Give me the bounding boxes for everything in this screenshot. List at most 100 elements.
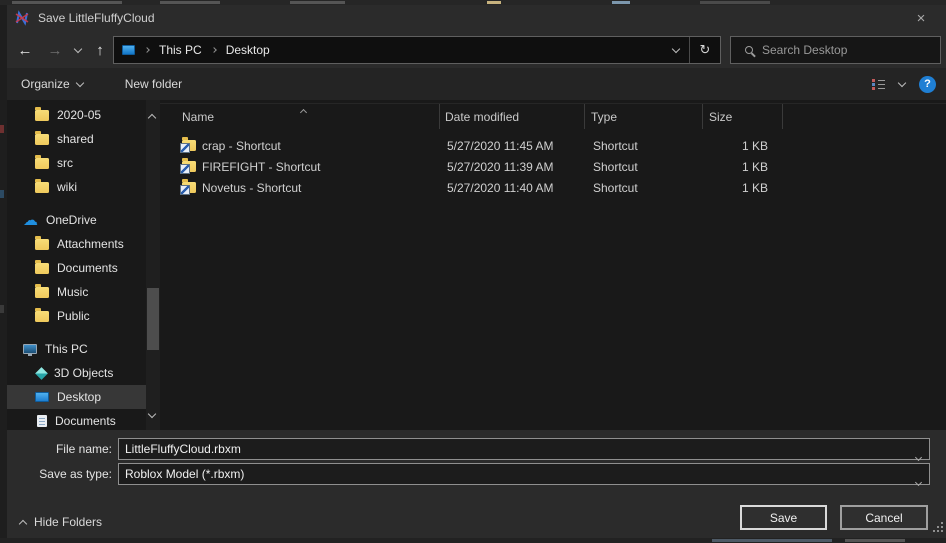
sidebar-item-desktop[interactable]: Desktop xyxy=(7,385,148,409)
details-view-icon[interactable] xyxy=(872,78,885,90)
forward-button[interactable]: → xyxy=(41,38,69,62)
folder-icon xyxy=(35,158,49,169)
column-header-name[interactable]: Name xyxy=(182,104,214,129)
sidebar-item-public[interactable]: Public xyxy=(7,304,148,328)
sidebar-item-label: Documents xyxy=(57,261,118,275)
address-dropdown-chevron[interactable] xyxy=(663,37,689,63)
file-rows: crap - Shortcut5/27/2020 11:45 AMShortcu… xyxy=(160,135,946,198)
folder-icon xyxy=(35,182,49,193)
new-folder-label: New folder xyxy=(125,77,182,91)
breadcrumb-separator-icon xyxy=(208,48,220,52)
scrollbar-thumb[interactable] xyxy=(147,288,159,350)
resize-grip[interactable] xyxy=(931,520,943,532)
shortcut-icon xyxy=(182,182,196,193)
sidebar-item-documents[interactable]: Documents xyxy=(7,409,148,430)
file-name-cell: Novetus - Shortcut xyxy=(202,177,301,198)
save-as-type-select[interactable]: Roblox Model (*.rbxm) xyxy=(118,463,930,485)
sidebar-item-attachments[interactable]: Attachments xyxy=(7,232,148,256)
folder-icon xyxy=(35,110,49,121)
sidebar-item-this-pc[interactable]: This PC xyxy=(7,337,148,361)
pc-monitor-icon xyxy=(23,344,37,354)
organize-button[interactable]: Organize xyxy=(21,77,83,91)
recent-locations-chevron[interactable] xyxy=(69,38,87,62)
document-icon xyxy=(37,415,47,427)
sidebar-group-gap xyxy=(7,328,160,337)
sidebar-scrollbar[interactable] xyxy=(146,100,160,430)
type-cell: Shortcut xyxy=(593,156,638,177)
sidebar-item-label: Public xyxy=(57,309,90,323)
column-header-date[interactable]: Date modified xyxy=(445,104,519,129)
cancel-button[interactable]: Cancel xyxy=(840,505,928,530)
column-divider[interactable] xyxy=(584,104,585,129)
chevron-down-icon xyxy=(75,78,83,86)
navigation-pane: 2020-05 shared src wiki ☁ OneDrive Attachments… xyxy=(7,100,160,430)
file-row[interactable]: FIREFIGHT - Shortcut 5/27/2020 11:39 AM Sh… xyxy=(160,156,946,177)
scroll-up-icon[interactable] xyxy=(149,108,155,126)
view-options-chevron[interactable] xyxy=(898,78,906,86)
onedrive-cloud-icon: ☁ xyxy=(23,214,38,226)
save-as-type-value: Roblox Model (*.rbxm) xyxy=(119,467,244,481)
scroll-down-icon[interactable] xyxy=(149,404,155,422)
sidebar-item-wiki[interactable]: wiki xyxy=(7,175,148,199)
cube-3d-icon xyxy=(35,367,48,380)
file-name-cell: FIREFIGHT - Shortcut xyxy=(202,156,320,177)
background-app-left-strip xyxy=(0,5,7,538)
close-button[interactable]: × xyxy=(904,5,938,31)
file-name-input[interactable] xyxy=(119,442,889,456)
folder-icon xyxy=(35,287,49,298)
column-header-type[interactable]: Type xyxy=(591,104,617,129)
search-input[interactable] xyxy=(762,43,912,57)
file-row[interactable]: Novetus - Shortcut5/27/2020 11:40 AMShor… xyxy=(160,177,946,198)
shortcut-file-icon xyxy=(182,135,196,156)
desktop-screen-icon xyxy=(35,392,49,402)
sidebar-item-label: This PC xyxy=(45,342,88,356)
sidebar-item-onedrive[interactable]: ☁ OneDrive xyxy=(7,208,148,232)
sidebar-item-music[interactable]: Music xyxy=(7,280,148,304)
column-divider[interactable] xyxy=(782,104,783,129)
breadcrumb-desktop[interactable]: Desktop xyxy=(220,43,276,57)
sidebar-item-documents[interactable]: Documents xyxy=(7,256,148,280)
search-icon xyxy=(745,46,753,54)
background-app-bottom-strip xyxy=(0,538,946,543)
sidebar-item-label: src xyxy=(57,156,73,170)
column-divider[interactable] xyxy=(439,104,440,129)
refresh-button[interactable]: ↻ xyxy=(690,37,720,63)
file-name-label: File name: xyxy=(7,442,118,456)
sidebar-item-label: shared xyxy=(57,132,94,146)
hide-folders-label: Hide Folders xyxy=(34,515,102,529)
sidebar-item-label: OneDrive xyxy=(46,213,97,227)
chevron-down-icon[interactable] xyxy=(916,472,921,490)
back-button[interactable]: ← xyxy=(11,38,39,62)
sidebar-item-shared[interactable]: shared xyxy=(7,127,148,151)
sidebar-item-label: Desktop xyxy=(57,390,101,404)
folder-icon xyxy=(35,239,49,250)
file-row[interactable]: crap - Shortcut5/27/2020 11:45 AMShortcu… xyxy=(160,135,946,156)
sidebar-item-label: Attachments xyxy=(57,237,124,251)
breadcrumb-separator-icon xyxy=(141,48,153,52)
folder-icon xyxy=(35,134,49,145)
up-button[interactable]: ↑ xyxy=(87,38,113,62)
save-button[interactable]: Save xyxy=(740,505,827,530)
file-name-combo[interactable] xyxy=(118,438,930,460)
sidebar-item-src[interactable]: src xyxy=(7,151,148,175)
sidebar-item-label: 2020-05 xyxy=(57,108,101,122)
dialog-title: Save LittleFluffyCloud xyxy=(38,11,155,25)
chevron-up-icon xyxy=(19,520,27,528)
main-region: 2020-05 shared src wiki ☁ OneDrive Attachments… xyxy=(7,100,946,430)
column-header-size[interactable]: Size xyxy=(709,104,732,129)
sidebar-group-gap xyxy=(7,199,160,208)
date-modified-cell: 5/27/2020 11:39 AM xyxy=(447,156,554,177)
column-divider[interactable] xyxy=(702,104,703,129)
search-box[interactable] xyxy=(730,36,941,64)
sidebar-item-2020-05[interactable]: 2020-05 xyxy=(7,103,148,127)
novetus-app-icon xyxy=(14,10,30,26)
breadcrumb-this-pc[interactable]: This PC xyxy=(153,43,208,57)
sidebar-item-label: wiki xyxy=(57,180,77,194)
sidebar-item-3d-objects[interactable]: 3D Objects xyxy=(7,361,148,385)
hide-folders-button[interactable]: Hide Folders xyxy=(20,515,102,529)
help-icon[interactable]: ? xyxy=(919,76,936,93)
new-folder-button[interactable]: New folder xyxy=(125,77,182,91)
shortcut-icon xyxy=(182,161,196,172)
address-bar[interactable]: This PC Desktop ↻ xyxy=(113,36,721,64)
save-file-dialog: Save LittleFluffyCloud × ← → ↑ This PC D… xyxy=(7,5,946,538)
